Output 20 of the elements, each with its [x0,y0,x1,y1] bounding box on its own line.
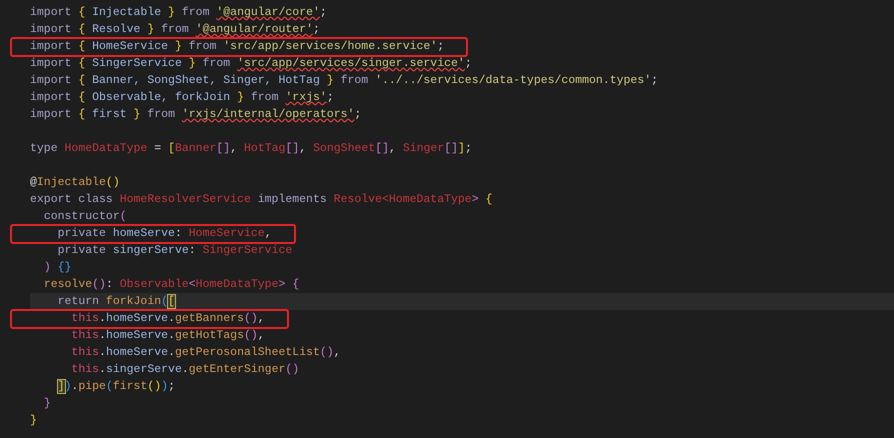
code-line: resolve(): Observable<HomeDataType> { [42,277,300,293]
code-line: import { Injectable } from '@angular/core'; [30,5,327,21]
code-line: } [30,413,37,429]
code-line: } [42,396,51,412]
code-line: export class HomeResolverService implements Resolve<HomeDataType> { [30,192,492,208]
code-line: import { Banner, SongSheet, Singer, HotTag } from '../../services/data-types/common.types'; [30,73,658,89]
code-line: ]).pipe(first()); [56,379,175,395]
code-line: this.homeServe.getHotTags(), [70,328,265,344]
code-line: constructor( [42,209,127,225]
code-line: import { Observable, forkJoin } from 'rxjs'; [30,90,334,106]
code-line: import { SingerService } from 'src/app/services/singer.service'; [30,56,472,72]
code-line: ) {} [42,260,72,276]
code-line: return forkJoin([ [56,294,175,310]
code-line: import { first } from 'rxjs/internal/operators'; [30,107,362,123]
code-line: @Injectable() [30,175,120,191]
code-line: private singerServe: SingerService [56,243,292,259]
code-line: type HomeDataType = [Banner[], HotTag[], SongSheet[], Singer[]]; [30,141,472,157]
code-line: this.singerServe.getEnterSinger() [70,362,300,378]
code-line: import { Resolve } from '@angular/router'; [30,22,320,38]
code-line: this.homeServe.getPerosonalSheetList(), [70,345,341,361]
